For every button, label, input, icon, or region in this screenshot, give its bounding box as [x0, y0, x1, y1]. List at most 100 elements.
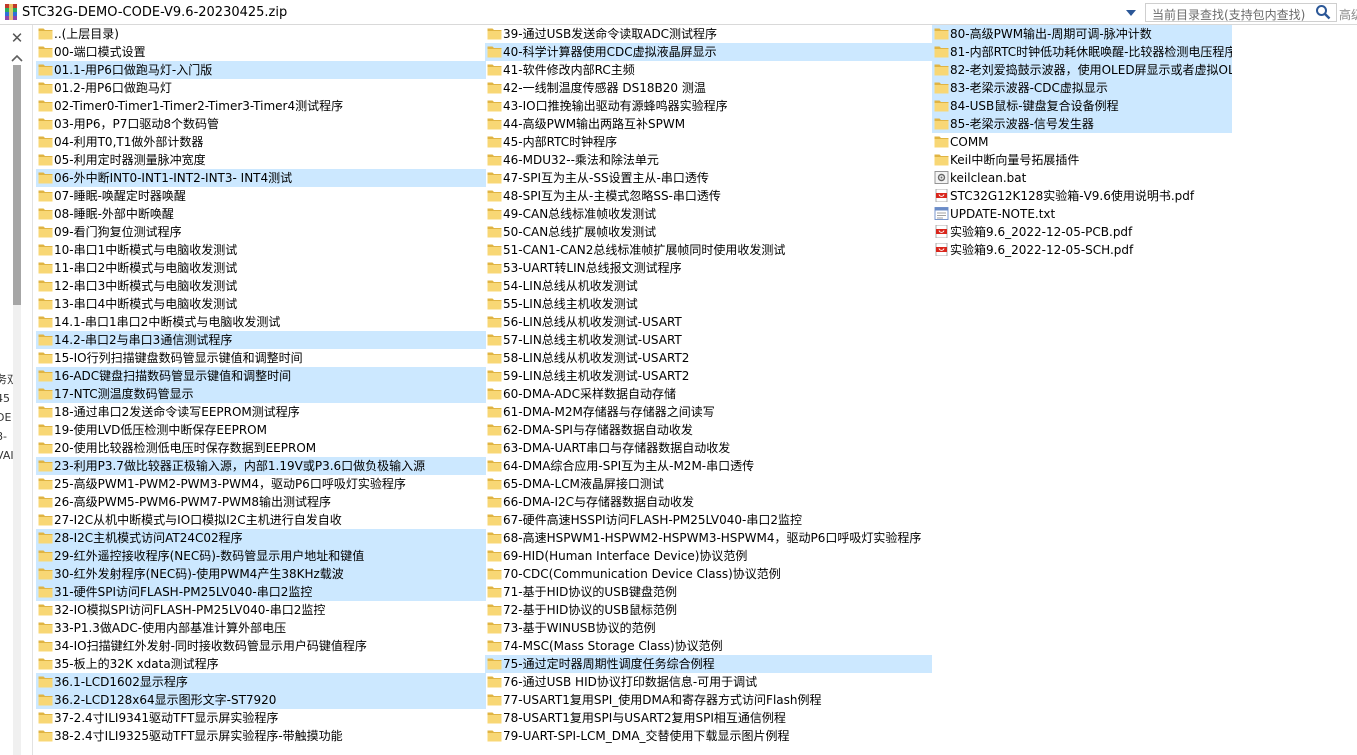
file-list-item[interactable]: UPDATE-NOTE.txt [932, 205, 1232, 223]
file-list-item[interactable]: 44-高级PWM输出两路互补SPWM [485, 115, 932, 133]
file-list-item[interactable]: 26-高级PWM5-PWM6-PWM7-PWM8输出测试程序 [36, 493, 486, 511]
file-list-item[interactable]: 14.2-串口2与串口3通信测试程序 [36, 331, 486, 349]
file-list-item[interactable]: 29-红外遥控接收程序(NEC码)-数码管显示用户地址和键值 [36, 547, 486, 565]
file-list-item[interactable]: 59-LIN总线主机收发测试-USART2 [485, 367, 932, 385]
file-list-item[interactable]: 80-高级PWM输出-周期可调-脉冲计数 [932, 25, 1232, 43]
file-list-item[interactable]: 08-睡眠-外部中断唤醒 [36, 205, 486, 223]
file-list-item[interactable]: 72-基于HID协议的USB鼠标范例 [485, 601, 932, 619]
file-list-item[interactable]: Keil中断向量号拓展插件 [932, 151, 1232, 169]
file-list-item[interactable]: 60-DMA-ADC采样数据自动存储 [485, 385, 932, 403]
file-list-item[interactable]: 32-IO模拟SPI访问FLASH-PM25LV040-串口2监控 [36, 601, 486, 619]
file-list-item[interactable]: 46-MDU32--乘法和除法单元 [485, 151, 932, 169]
file-list-item[interactable]: COMM [932, 133, 1232, 151]
file-list-item[interactable]: 10-串口1中断模式与电脑收发测试 [36, 241, 486, 259]
file-list-item[interactable]: 62-DMA-SPI与存储器数据自动收发 [485, 421, 932, 439]
file-list-item[interactable]: 09-看门狗复位测试程序 [36, 223, 486, 241]
file-list-item[interactable]: 13-串口4中断模式与电脑收发测试 [36, 295, 486, 313]
file-list-item[interactable]: 33-P1.3做ADC-使用内部基准计算外部电压 [36, 619, 486, 637]
file-list-item[interactable]: 68-高速HSPWM1-HSPWM2-HSPWM3-HSPWM4，驱动P6口呼吸… [485, 529, 932, 547]
file-list-item[interactable]: 06-外中断INT0-INT1-INT2-INT3- INT4测试 [36, 169, 486, 187]
scroll-up-icon[interactable] [11, 53, 23, 63]
file-list-item[interactable]: 16-ADC键盘扫描数码管显示键值和调整时间 [36, 367, 486, 385]
file-list-item[interactable]: 54-LIN总线从机收发测试 [485, 277, 932, 295]
file-list-item[interactable]: 05-利用定时器测量脉冲宽度 [36, 151, 486, 169]
file-list-item[interactable]: 37-2.4寸ILI9341驱动TFT显示屏实验程序 [36, 709, 486, 727]
file-list-item[interactable]: 78-USART1复用SPI与USART2复用SPI相互通信例程 [485, 709, 932, 727]
file-list-item[interactable]: 49-CAN总线标准帧收发测试 [485, 205, 932, 223]
file-list-item[interactable]: 03-用P6，P7口驱动8个数码管 [36, 115, 486, 133]
file-list-item[interactable]: 57-LIN总线主机收发测试-USART [485, 331, 932, 349]
file-list-item[interactable]: 48-SPI互为主从-主模式忽略SS-串口透传 [485, 187, 932, 205]
file-list-item[interactable]: 79-UART-SPI-LCM_DMA_交替使用下载显示图片例程 [485, 727, 932, 745]
file-list-item[interactable]: 56-LIN总线从机收发测试-USART [485, 313, 932, 331]
file-list-item[interactable]: 11-串口2中断模式与电脑收发测试 [36, 259, 486, 277]
search-input[interactable]: 当前目录查找(支持包内查找) [1145, 3, 1337, 22]
file-list-item[interactable]: 64-DMA综合应用-SPI互为主从-M2M-串口透传 [485, 457, 932, 475]
file-list-item[interactable]: 36.1-LCD1602显示程序 [36, 673, 486, 691]
file-list-item[interactable]: 34-IO扫描键红外发射-同时接收数码管显示用户码键值程序 [36, 637, 486, 655]
file-list-item[interactable]: 75-通过定时器周期性调度任务综合例程 [485, 655, 932, 673]
file-list-item[interactable]: 53-UART转LIN总线报文测试程序 [485, 259, 932, 277]
close-icon[interactable]: ✕ [9, 30, 25, 46]
file-list-item[interactable]: 67-硬件高速HSSPI访问FLASH-PM25LV040-串口2监控 [485, 511, 932, 529]
file-list-item[interactable]: 36.2-LCD128x64显示图形文字-ST7920 [36, 691, 486, 709]
file-list-item[interactable]: 41-软件修改内部RC主频 [485, 61, 932, 79]
file-list-item[interactable]: keilclean.bat [932, 169, 1232, 187]
file-list-item[interactable]: 76-通过USB HID协议打印数据信息-可用于调试 [485, 673, 932, 691]
file-list-item[interactable]: 01.2-用P6口做跑马灯 [36, 79, 486, 97]
file-list-item[interactable]: 71-基于HID协议的USB键盘范例 [485, 583, 932, 601]
file-list-item[interactable]: 43-IO口推挽输出驱动有源蜂鸣器实验程序 [485, 97, 932, 115]
file-list-item[interactable]: 51-CAN1-CAN2总线标准帧扩展帧同时使用收发测试 [485, 241, 932, 259]
file-list-item[interactable]: 69-HID(Human Interface Device)协议范例 [485, 547, 932, 565]
file-list-item[interactable]: 50-CAN总线扩展帧收发测试 [485, 223, 932, 241]
file-list-item[interactable]: 14.1-串口1串口2中断模式与电脑收发测试 [36, 313, 486, 331]
file-list-item[interactable]: 39-通过USB发送命令读取ADC测试程序 [485, 25, 932, 43]
file-list-item[interactable]: 31-硬件SPI访问FLASH-PM25LV040-串口2监控 [36, 583, 486, 601]
search-button[interactable] [1315, 4, 1333, 21]
file-list-item[interactable]: 27-I2C从机中断模式与IO口模拟I2C主机进行自发自收 [36, 511, 486, 529]
file-list-item[interactable]: 61-DMA-M2M存储器与存储器之间读写 [485, 403, 932, 421]
file-list-item[interactable]: 58-LIN总线从机收发测试-USART2 [485, 349, 932, 367]
file-list-item[interactable]: 45-内部RTC时钟程序 [485, 133, 932, 151]
file-list-item[interactable]: 40-科学计算器使用CDC虚拟液晶屏显示 [485, 43, 932, 61]
file-list-item[interactable]: 42-一线制温度传感器 DS18B20 测温 [485, 79, 932, 97]
file-list-item[interactable]: 84-USB鼠标-键盘复合设备例程 [932, 97, 1232, 115]
file-list-item[interactable]: 83-老梁示波器-CDC虚拟显示 [932, 79, 1232, 97]
file-list-item[interactable]: 65-DMA-LCM液晶屏接口测试 [485, 475, 932, 493]
file-list-item[interactable]: 07-睡眠-唤醒定时器唤醒 [36, 187, 486, 205]
file-list-item[interactable]: 47-SPI互为主从-SS设置主从-串口透传 [485, 169, 932, 187]
file-list-item[interactable]: 63-DMA-UART串口与存储器数据自动收发 [485, 439, 932, 457]
file-list-item[interactable]: 实验箱9.6_2022-12-05-SCH.pdf [932, 241, 1232, 259]
file-list-item[interactable]: 25-高级PWM1-PWM2-PWM3-PWM4，驱动P6口呼吸灯实验程序 [36, 475, 486, 493]
advanced-search-link[interactable]: 高级 [1339, 6, 1357, 23]
file-list-item[interactable]: 70-CDC(Communication Device Class)协议范例 [485, 565, 932, 583]
file-list-item[interactable]: 04-利用T0,T1做外部计数器 [36, 133, 486, 151]
file-list-item[interactable]: 81-内部RTC时钟低功耗休眠唤醒-比较器检测电压程序 [932, 43, 1232, 61]
file-list-item[interactable]: 12-串口3中断模式与电脑收发测试 [36, 277, 486, 295]
file-list-item[interactable]: 18-通过串口2发送命令读写EEPROM测试程序 [36, 403, 486, 421]
file-list-item[interactable]: 01.1-用P6口做跑马灯-入门版 [36, 61, 486, 79]
file-list-item[interactable]: 74-MSC(Mass Storage Class)协议范例 [485, 637, 932, 655]
file-list-item[interactable]: 35-板上的32K xdata测试程序 [36, 655, 486, 673]
file-list-item[interactable]: 82-老刘爱捣鼓示波器，使用OLED屏显示或者虚拟OLED接口显示 [932, 61, 1232, 79]
file-list-item[interactable]: 00-端口模式设置 [36, 43, 486, 61]
file-list-item[interactable]: 77-USART1复用SPI_使用DMA和寄存器方式访问Flash例程 [485, 691, 932, 709]
path-dropdown-button[interactable] [1122, 4, 1140, 21]
file-list-item[interactable]: 23-利用P3.7做比较器正极输入源，内部1.19V或P3.6口做负极输入源 [36, 457, 486, 475]
file-list-item[interactable]: 19-使用LVD低压检测中断保存EEPROM [36, 421, 486, 439]
file-list-item[interactable]: 28-I2C主机模式访问AT24C02程序 [36, 529, 486, 547]
file-list-item[interactable]: 55-LIN总线主机收发测试 [485, 295, 932, 313]
file-list-item[interactable]: 73-基于WINUSB协议的范例 [485, 619, 932, 637]
file-list-item[interactable]: 15-IO行列扫描键盘数码管显示键值和调整时间 [36, 349, 486, 367]
file-list-item[interactable]: 17-NTC测温度数码管显示 [36, 385, 486, 403]
scrollbar-thumb[interactable] [13, 65, 21, 305]
file-list-item[interactable]: ..(上层目录) [36, 25, 486, 43]
file-list-item[interactable]: 38-2.4寸ILI9325驱动TFT显示屏实验程序-带触摸功能 [36, 727, 486, 745]
file-list-item[interactable]: 02-Timer0-Timer1-Timer2-Timer3-Timer4测试程… [36, 97, 486, 115]
file-list-item[interactable]: STC32G12K128实验箱-V9.6使用说明书.pdf [932, 187, 1232, 205]
file-list-item[interactable]: 实验箱9.6_2022-12-05-PCB.pdf [932, 223, 1232, 241]
file-list-item[interactable]: 20-使用比较器检测低电压时保存数据到EEPROM [36, 439, 486, 457]
file-list-item[interactable]: 85-老梁示波器-信号发生器 [932, 115, 1232, 133]
file-list-item[interactable]: 30-红外发射程序(NEC码)-使用PWM4产生38KHz载波 [36, 565, 486, 583]
file-list-item[interactable]: 66-DMA-I2C与存储器数据自动收发 [485, 493, 932, 511]
